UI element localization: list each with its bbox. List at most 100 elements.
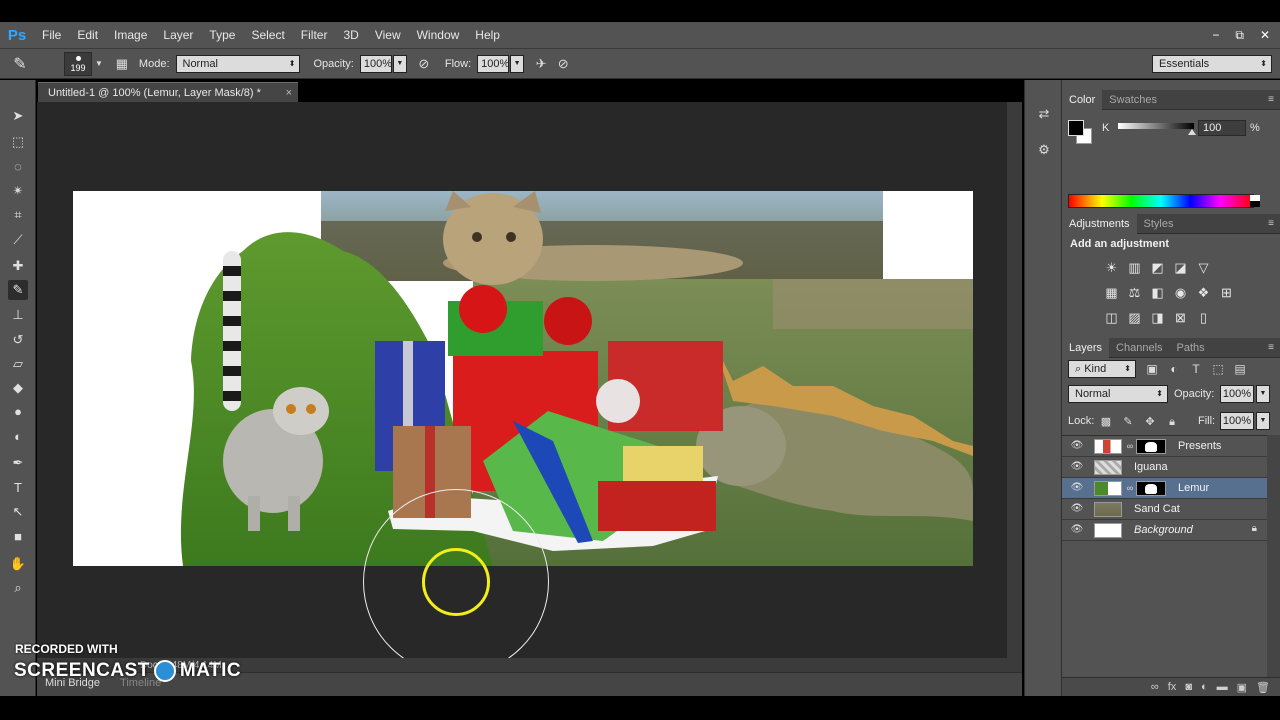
opacity-field[interactable]: 100% xyxy=(359,54,392,73)
menu-filter[interactable]: Filter xyxy=(293,28,336,42)
paint-bucket-tool-icon[interactable]: ◆ xyxy=(8,378,28,398)
pen-tool-icon[interactable]: ✒ xyxy=(8,453,28,473)
brush-panel-toggle-icon[interactable]: ▦ xyxy=(111,56,133,72)
pressure-size-icon[interactable]: ⊘ xyxy=(552,56,574,72)
menu-select[interactable]: Select xyxy=(243,28,292,42)
brush-tool-preset-icon[interactable]: ✎ xyxy=(0,54,40,74)
brush-picker-arrow-icon[interactable]: ▼ xyxy=(95,59,103,68)
close-tab-icon[interactable]: × xyxy=(286,83,292,103)
invert-icon[interactable]: ◫ xyxy=(1102,308,1121,327)
history-brush-tool-icon[interactable]: ↺ xyxy=(8,330,28,350)
close-button[interactable]: ✕ xyxy=(1260,28,1270,42)
brush-size-picker[interactable]: 199 xyxy=(64,51,92,76)
add-mask-icon[interactable]: ◙ xyxy=(1185,681,1192,693)
black-white-ramp[interactable] xyxy=(1250,195,1260,207)
menu-edit[interactable]: Edit xyxy=(69,28,106,42)
selective-color-icon[interactable]: ⊠ xyxy=(1171,308,1190,327)
layer-row-iguana[interactable]: 👁︎ Iguana xyxy=(1062,457,1267,478)
menu-window[interactable]: Window xyxy=(409,28,468,42)
menu-layer[interactable]: Layer xyxy=(155,28,201,42)
mode-select[interactable]: Normal ⬍ xyxy=(175,54,300,73)
opacity-dropdown-icon[interactable]: ▼ xyxy=(1256,385,1270,403)
eraser-tool-icon[interactable]: ▱ xyxy=(8,354,28,374)
layers-scrollbar[interactable] xyxy=(1267,435,1280,685)
filter-shape-icon[interactable]: ⬚ xyxy=(1210,360,1226,378)
photo-filter-icon[interactable]: ◉ xyxy=(1171,283,1190,302)
visibility-eye-icon[interactable]: 👁︎ xyxy=(1070,439,1084,453)
exposure-icon[interactable]: ◪ xyxy=(1171,258,1190,277)
menu-help[interactable]: Help xyxy=(467,28,508,42)
tab-styles[interactable]: Styles xyxy=(1137,214,1181,234)
filter-adjustment-icon[interactable]: ◐ xyxy=(1166,360,1182,378)
gradient-map-icon[interactable]: ▯ xyxy=(1194,308,1213,327)
flow-field[interactable]: 100% xyxy=(477,54,509,73)
hand-tool-icon[interactable]: ✋ xyxy=(8,554,28,574)
levels-icon[interactable]: ▥ xyxy=(1125,258,1144,277)
type-tool-icon[interactable]: T xyxy=(8,478,28,498)
move-tool-icon[interactable]: ➤ xyxy=(8,106,28,126)
color-lookup-icon[interactable]: ⊞ xyxy=(1217,283,1236,302)
color-balance-icon[interactable]: ⚖ xyxy=(1125,283,1144,302)
healing-brush-tool-icon[interactable]: ✚ xyxy=(8,256,28,276)
history-panel-icon[interactable]: ⇄ xyxy=(1034,104,1054,124)
dodge-tool-icon[interactable]: ◐ xyxy=(8,427,28,447)
crop-tool-icon[interactable]: ⌗ xyxy=(8,205,28,225)
k-slider-thumb[interactable] xyxy=(1188,129,1196,135)
path-selection-tool-icon[interactable]: ↖ xyxy=(8,502,28,522)
brush-tool-icon[interactable]: ✎ xyxy=(8,280,28,300)
new-adjustment-icon[interactable]: ◐ xyxy=(1201,681,1208,693)
brightness-icon[interactable]: ☀ xyxy=(1102,258,1121,277)
black-white-icon[interactable]: ◧ xyxy=(1148,283,1167,302)
layer-opacity-field[interactable]: 100% xyxy=(1220,385,1254,403)
eyedropper-tool-icon[interactable]: ⟋ xyxy=(8,230,28,250)
lock-transparent-icon[interactable]: ▩ xyxy=(1098,414,1114,430)
tab-channels[interactable]: Channels xyxy=(1109,338,1169,358)
posterize-icon[interactable]: ▨ xyxy=(1125,308,1144,327)
layer-mask-thumbnail[interactable] xyxy=(1136,439,1166,454)
lock-all-icon[interactable]: 🔒︎ xyxy=(1164,414,1180,430)
filter-type-icon[interactable]: T xyxy=(1188,360,1204,378)
layer-row-sand-cat[interactable]: 👁︎ Sand Cat xyxy=(1062,499,1267,520)
restore-button[interactable]: ⧉ xyxy=(1235,28,1244,43)
panel-menu-icon[interactable]: ≡ xyxy=(1268,338,1274,358)
threshold-icon[interactable]: ◨ xyxy=(1148,308,1167,327)
menu-file[interactable]: File xyxy=(34,28,69,42)
layer-row-presents[interactable]: 👁︎ ∞ Presents xyxy=(1062,436,1267,457)
magic-wand-tool-icon[interactable]: ✴ xyxy=(8,181,28,201)
visibility-eye-icon[interactable]: 👁︎ xyxy=(1070,523,1084,537)
blend-mode-select[interactable]: Normal ⬍ xyxy=(1068,385,1168,403)
new-group-icon[interactable]: ▬ xyxy=(1217,681,1228,693)
filter-smart-object-icon[interactable]: ▤ xyxy=(1232,360,1248,378)
visibility-eye-icon[interactable]: 👁︎ xyxy=(1070,460,1084,474)
rectangle-tool-icon[interactable]: ■ xyxy=(8,527,28,547)
marquee-tool-icon[interactable]: ⬚ xyxy=(8,132,28,152)
zoom-tool-icon[interactable]: ⌕ xyxy=(8,578,28,598)
k-value-field[interactable]: 100 xyxy=(1198,120,1246,136)
layer-filter-kind[interactable]: ⌕ Kind ⬍ xyxy=(1068,360,1136,378)
tab-swatches[interactable]: Swatches xyxy=(1102,90,1164,110)
visibility-eye-icon[interactable]: 👁︎ xyxy=(1070,502,1084,516)
minimize-button[interactable]: − xyxy=(1212,28,1219,42)
lock-position-icon[interactable]: ✥ xyxy=(1142,414,1158,430)
visibility-eye-icon[interactable]: 👁︎ xyxy=(1070,481,1084,495)
layer-row-background[interactable]: 👁︎ Background 🔒︎ xyxy=(1062,520,1267,541)
fill-field[interactable]: 100% xyxy=(1220,412,1254,430)
filter-pixel-icon[interactable]: ▣ xyxy=(1144,360,1160,378)
workspace-select[interactable]: Essentials ⬍ xyxy=(1152,55,1272,73)
new-layer-icon[interactable]: ▣ xyxy=(1237,681,1247,694)
fill-dropdown-icon[interactable]: ▼ xyxy=(1256,412,1270,430)
lasso-tool-icon[interactable]: ◌ xyxy=(8,157,28,177)
k-slider[interactable] xyxy=(1118,123,1194,129)
flow-dropdown-icon[interactable]: ▼ xyxy=(510,54,525,73)
panel-menu-icon[interactable]: ≡ xyxy=(1268,214,1274,234)
pressure-opacity-icon[interactable]: ⊘ xyxy=(413,56,435,72)
color-spectrum[interactable] xyxy=(1068,194,1254,208)
delete-layer-icon[interactable]: 🗑︎ xyxy=(1256,681,1270,694)
document-canvas[interactable] xyxy=(73,191,973,566)
channel-mixer-icon[interactable]: ❖ xyxy=(1194,283,1213,302)
link-chain-icon[interactable]: ∞ xyxy=(1126,481,1134,496)
vibrance-icon[interactable]: ▽ xyxy=(1194,258,1213,277)
menu-type[interactable]: Type xyxy=(201,28,243,42)
color-fg-swatch[interactable] xyxy=(1068,120,1084,136)
tab-layers[interactable]: Layers xyxy=(1062,337,1110,358)
